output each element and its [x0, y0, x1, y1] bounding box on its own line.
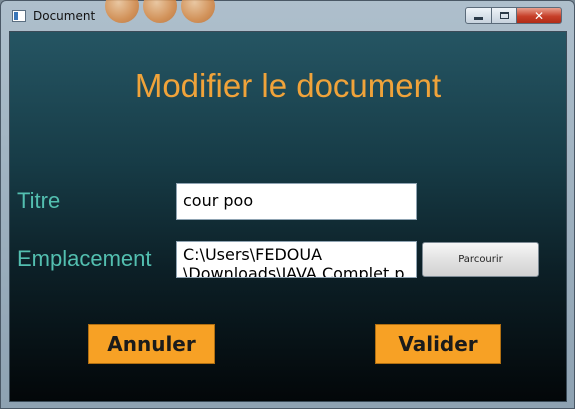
close-icon: ✕	[533, 8, 545, 23]
minimize-icon	[474, 17, 483, 20]
window-title: Document	[33, 9, 96, 23]
maximize-icon	[499, 12, 509, 19]
background-orb-decoration	[181, 0, 215, 23]
background-orb-decoration	[143, 0, 177, 23]
title-bar[interactable]: Document ✕	[1, 0, 574, 31]
location-input[interactable]: C:\Users\FEDOUA \Downloads\JAVA Complet.…	[176, 241, 417, 278]
close-button[interactable]: ✕	[516, 7, 562, 24]
background-orb-decoration	[105, 0, 139, 23]
title-input[interactable]: cour poo	[176, 183, 417, 220]
cancel-button[interactable]: Annuler	[88, 324, 215, 364]
dialog-content: Modifier le document Titre cour poo Empl…	[9, 31, 567, 402]
minimize-button[interactable]	[465, 7, 492, 24]
submit-button[interactable]: Valider	[375, 324, 501, 364]
maximize-button[interactable]	[491, 7, 517, 24]
window-app-icon	[12, 10, 26, 22]
page-title: Modifier le document	[134, 67, 442, 104]
title-label: Titre	[17, 188, 61, 213]
location-label: Emplacement	[17, 246, 152, 271]
browse-button[interactable]: Parcourir	[422, 242, 539, 277]
document-window: Document ✕ Modifier le document Titre co…	[0, 0, 575, 409]
